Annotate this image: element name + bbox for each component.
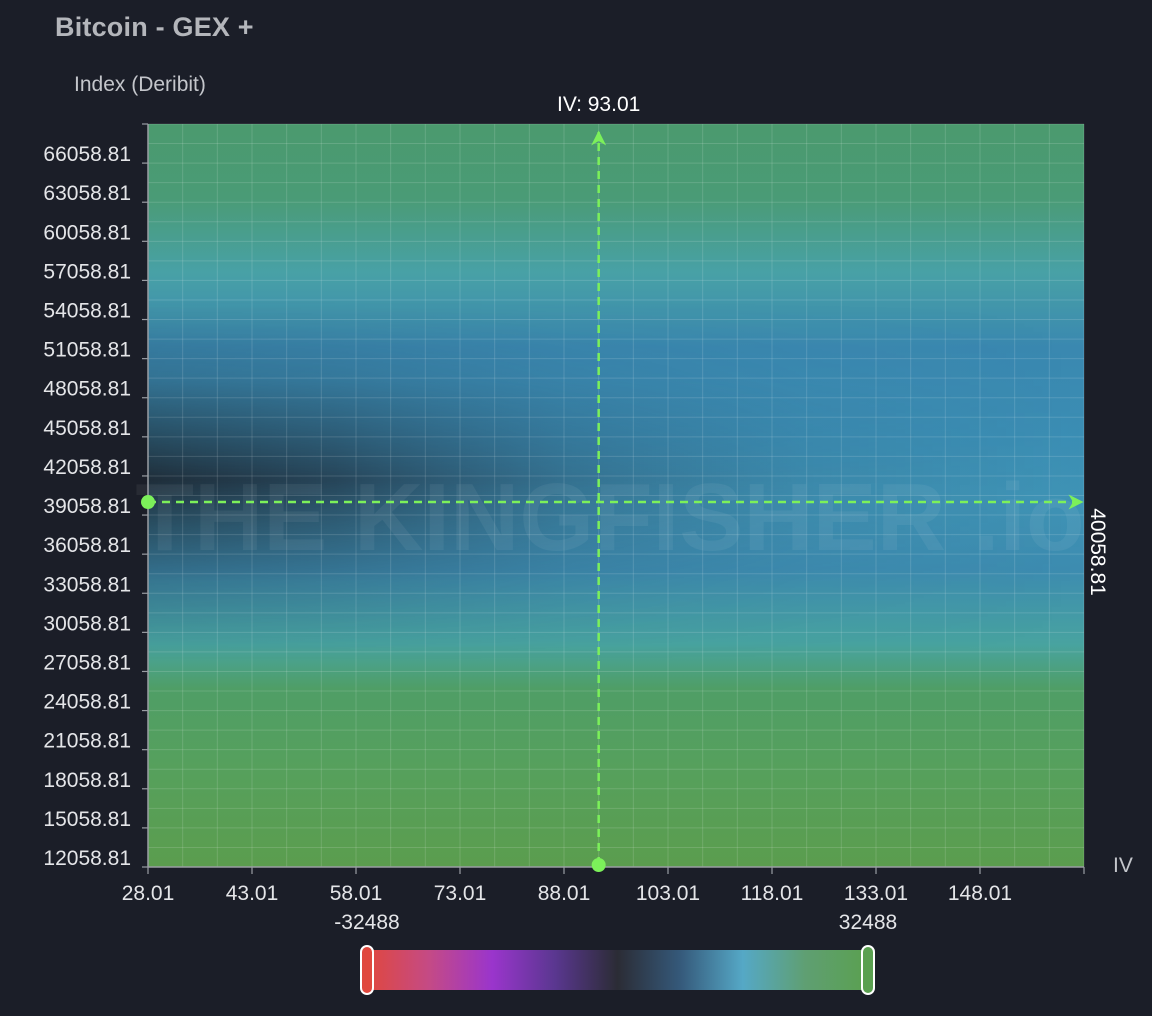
y-tick-label: 30058.81 (43, 612, 131, 635)
x-tick-label: 43.01 (226, 882, 279, 905)
y-tick-label: 33058.81 (43, 573, 131, 596)
x-tick-label: 103.01 (636, 882, 700, 905)
x-tick-label: 148.01 (948, 882, 1012, 905)
y-tick-label: 57058.81 (43, 260, 131, 283)
visual-map-min-handle[interactable] (360, 945, 374, 995)
y-tick-label: 42058.81 (43, 456, 131, 479)
y-tick-label: 36058.81 (43, 534, 131, 557)
heatmap-chart: THE KINGFISHER .io 12058.81 15058.81 18058… (43, 73, 1133, 995)
x-tick-label: 118.01 (741, 882, 804, 905)
visual-map-max-handle[interactable] (861, 945, 875, 995)
y-tick-label: 51058.81 (43, 339, 131, 362)
x-tick-label: 73.01 (434, 882, 487, 905)
y-tick-label: 24058.81 (43, 691, 131, 714)
y-tick-label: 18058.81 (43, 769, 131, 792)
y-tick-label: 39058.81 (43, 495, 131, 518)
watermark: THE KINGFISHER .io (135, 464, 1084, 571)
x-tick-label: 58.01 (330, 882, 383, 905)
visual-map-max-label: 32488 (839, 911, 897, 934)
y-tick-label: 66058.81 (43, 143, 131, 166)
y-tick-label: 27058.81 (43, 651, 131, 674)
y-tick-label: 45058.81 (43, 417, 131, 440)
y-tick-label: 63058.81 (43, 182, 131, 205)
crosshair-x-handle[interactable] (591, 858, 606, 872)
x-tick-label: 133.01 (844, 882, 908, 905)
visual-map-bar[interactable] (367, 950, 868, 990)
y-tick-label: 54058.81 (43, 300, 131, 323)
y-tick-label: 60058.81 (43, 221, 131, 244)
visual-map-min-label: -32488 (334, 911, 399, 934)
y-tick-label: 15058.81 (43, 808, 131, 831)
crosshair-y-label: 40058.81 (1086, 508, 1109, 596)
x-tick-label: 88.01 (538, 882, 591, 905)
y-tick-label: 48058.81 (43, 378, 131, 401)
y-axis-name: Index (Deribit) (74, 73, 206, 96)
x-tick-label: 28.01 (122, 882, 175, 905)
crosshair-x-label: IV: 93.01 (557, 93, 640, 116)
y-tick-label: 21058.81 (43, 730, 131, 753)
crosshair-y-handle[interactable] (141, 495, 155, 510)
y-tick-label: 12058.81 (43, 847, 131, 870)
x-axis-name: IV (1113, 854, 1133, 877)
visual-map[interactable]: -32488 32488 (334, 911, 897, 995)
